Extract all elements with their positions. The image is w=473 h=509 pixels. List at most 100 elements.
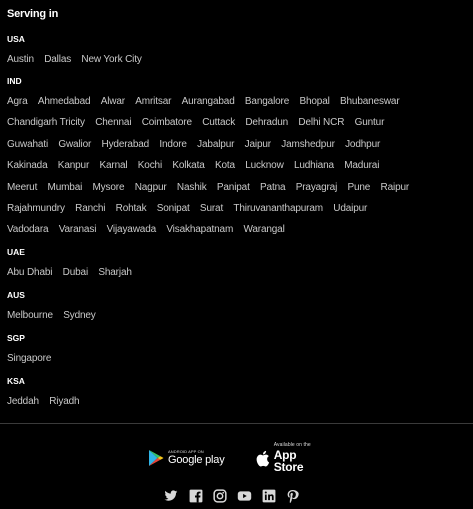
country-code: KSA: [7, 376, 25, 386]
city-link[interactable]: Ahmedabad: [38, 96, 91, 107]
city-link[interactable]: Surat: [200, 203, 223, 214]
city-link[interactable]: Rohtak: [116, 203, 147, 214]
city-link[interactable]: Coimbatore: [142, 117, 192, 128]
city-link[interactable]: Ludhiana: [294, 160, 334, 171]
city-link[interactable]: Karnal: [99, 160, 127, 171]
city-link[interactable]: Dallas: [44, 54, 71, 65]
country-code: IND: [7, 76, 22, 86]
city-link[interactable]: Sydney: [63, 310, 96, 321]
app-store-badge[interactable]: Available on the App Store: [256, 443, 328, 474]
city-link[interactable]: Lucknow: [245, 160, 284, 171]
pinterest-icon: [287, 490, 299, 504]
city-row: Singapore: [7, 353, 62, 364]
country-code: SGP: [7, 333, 25, 343]
city-link[interactable]: Meerut: [7, 182, 37, 193]
city-link[interactable]: Bhubaneswar: [340, 96, 400, 107]
city-link[interactable]: Patna: [260, 182, 286, 193]
city-link[interactable]: Riyadh: [49, 396, 79, 407]
city-link[interactable]: Alwar: [101, 96, 125, 107]
instagram-icon: [213, 489, 227, 503]
pinterest-link[interactable]: [286, 489, 300, 504]
city-row: Meerut Mumbai Mysore Nagpur Nashik Panipat Pat…: [7, 182, 419, 193]
city-link[interactable]: Prayagraj: [296, 182, 338, 193]
city-link[interactable]: Guwahati: [7, 139, 48, 150]
city-row: Rajahmundry Ranchi Rohtak Sonipat Surat Thiru…: [7, 203, 378, 214]
city-link[interactable]: Jamshedpur: [281, 139, 335, 150]
youtube-link[interactable]: [237, 489, 252, 503]
city-link[interactable]: Melbourne: [7, 310, 53, 321]
city-link[interactable]: Mysore: [93, 182, 125, 193]
city-link[interactable]: Gwalior: [58, 139, 91, 150]
city-link[interactable]: Mumbai: [48, 182, 83, 193]
linkedin-link[interactable]: [262, 489, 276, 503]
twitter-link[interactable]: [164, 489, 178, 503]
serving-title: Serving in: [7, 8, 59, 20]
city-link[interactable]: Abu Dhabi: [7, 267, 53, 278]
city-link[interactable]: Ranchi: [75, 203, 105, 214]
city-link[interactable]: Visakhapatnam: [166, 224, 233, 235]
city-row: Vadodara Varanasi Vijayawada Visakhapatnam W…: [7, 224, 295, 235]
city-link[interactable]: Indore: [159, 139, 187, 150]
city-link[interactable]: Jabalpur: [197, 139, 234, 150]
city-link[interactable]: Raipur: [381, 182, 410, 193]
city-link[interactable]: Nagpur: [135, 182, 167, 193]
app-store-big-text: App Store: [273, 448, 304, 474]
city-link[interactable]: Aurangabad: [182, 96, 235, 107]
city-link[interactable]: Vadodara: [7, 224, 49, 235]
google-play-big-text: Google play: [168, 454, 225, 466]
city-link[interactable]: Guntur: [355, 117, 385, 128]
city-link[interactable]: Kanpur: [58, 160, 90, 171]
google-play-icon: [149, 450, 164, 466]
facebook-link[interactable]: [189, 489, 203, 503]
city-row: Austin Dallas New York City: [7, 54, 152, 65]
city-link[interactable]: Kakinada: [7, 160, 48, 171]
city-link[interactable]: Madurai: [344, 160, 379, 171]
city-link[interactable]: Amritsar: [135, 96, 171, 107]
city-row: Abu Dhabi Dubai Sharjah: [7, 267, 142, 278]
city-link[interactable]: Panipat: [217, 182, 250, 193]
city-link[interactable]: Singapore: [7, 353, 51, 364]
city-link[interactable]: Chennai: [95, 117, 131, 128]
city-link[interactable]: Dubai: [63, 267, 89, 278]
city-link[interactable]: Nashik: [177, 182, 207, 193]
linkedin-icon: [262, 489, 276, 503]
city-link[interactable]: Hyderabad: [102, 139, 150, 150]
city-link[interactable]: Sonipat: [157, 203, 190, 214]
city-link[interactable]: Chandigarh Tricity: [7, 117, 85, 128]
city-link[interactable]: Agra: [7, 96, 28, 107]
city-link[interactable]: Udaipur: [333, 203, 367, 214]
city-link[interactable]: New York City: [81, 54, 141, 65]
city-link[interactable]: Bangalore: [245, 96, 289, 107]
city-link[interactable]: Jeddah: [7, 396, 39, 407]
youtube-icon: [237, 491, 252, 501]
city-link[interactable]: Kochi: [138, 160, 162, 171]
city-link[interactable]: Sharjah: [98, 267, 132, 278]
city-link[interactable]: Austin: [7, 54, 34, 65]
city-link[interactable]: Bhopal: [299, 96, 329, 107]
city-link[interactable]: Dehradun: [245, 117, 288, 128]
city-link[interactable]: Thiruvananthapuram: [233, 203, 323, 214]
city-link[interactable]: Warangal: [243, 224, 284, 235]
country-code: AUS: [7, 290, 25, 300]
app-store-text: Available on the App Store: [273, 443, 328, 474]
city-link[interactable]: Delhi NCR: [298, 117, 344, 128]
city-link[interactable]: Cuttack: [202, 117, 235, 128]
footer-divider: [0, 423, 473, 424]
city-row: Chandigarh Tricity Chennai Coimbatore Cutta…: [7, 117, 395, 128]
city-link[interactable]: Pune: [347, 182, 370, 193]
twitter-icon: [164, 490, 178, 501]
country-code: USA: [7, 34, 25, 44]
city-link[interactable]: Rajahmundry: [7, 203, 65, 214]
google-play-text: ANDROID APP ON Google play: [168, 450, 225, 466]
apple-icon: [256, 450, 270, 467]
city-link[interactable]: Jodhpur: [345, 139, 380, 150]
city-link[interactable]: Vijayawada: [107, 224, 157, 235]
google-play-badge[interactable]: ANDROID APP ON Google play: [148, 446, 226, 470]
city-link[interactable]: Kota: [215, 160, 235, 171]
city-link[interactable]: Kolkata: [172, 160, 204, 171]
city-link[interactable]: Varanasi: [59, 224, 97, 235]
city-row: Jeddah Riyadh: [7, 396, 90, 407]
city-row: Agra Ahmedabad Alwar Amritsar Aurangabad Bang…: [7, 96, 410, 107]
city-link[interactable]: Jaipur: [245, 139, 271, 150]
instagram-link[interactable]: [213, 489, 227, 503]
